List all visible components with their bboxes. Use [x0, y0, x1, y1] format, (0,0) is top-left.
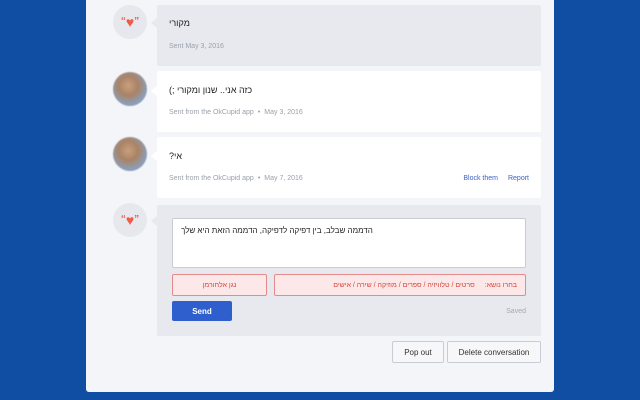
topic-label: בחרו נושא:: [484, 281, 517, 289]
topic-options: סרטים / טלוויזיה / ספרים / מוזיקה / שירה…: [333, 281, 475, 289]
own-avatar-heart: “♥”: [113, 203, 147, 237]
saved-status: Saved: [506, 308, 526, 315]
message-meta: Sent from the OkCupid app • May 7, 2016: [169, 175, 303, 182]
pop-out-button[interactable]: Pop out: [392, 341, 444, 363]
topic-selector[interactable]: בחרו נושא: סרטים / טלוויזיה / ספרים / מו…: [274, 274, 526, 296]
match-avatar[interactable]: [113, 137, 147, 171]
report-link[interactable]: Report: [508, 175, 529, 182]
message-actions: Block them Report: [453, 175, 529, 182]
send-button[interactable]: Send: [172, 301, 232, 321]
message-bubble: כזה אני.. שנון ומקורי ;) Sent from the O…: [157, 71, 541, 132]
match-avatar[interactable]: [113, 72, 147, 106]
message-input[interactable]: הדממה שבלב, בין דפיקה לדפיקה, הדממה הזאת…: [172, 218, 526, 268]
heart-icon: ♥: [125, 212, 135, 228]
message-bubble: אי? Sent from the OkCupid app • May 7, 201…: [157, 137, 541, 198]
delete-conversation-button[interactable]: Delete conversation: [447, 341, 541, 363]
block-link[interactable]: Block them: [463, 175, 498, 182]
topic-tag[interactable]: נגן אלחורמן: [172, 274, 267, 296]
message-text: אי?: [169, 151, 182, 161]
message-text: מקורי: [169, 18, 190, 28]
message-text: כזה אני.. שנון ומקורי ;): [169, 85, 253, 95]
own-avatar-heart: “♥”: [113, 5, 147, 39]
message-bubble: מקורי Sent May 3, 2016: [157, 5, 541, 66]
message-meta: Sent from the OkCupid app • May 3, 2016: [169, 109, 303, 116]
heart-icon: ♥: [125, 14, 135, 30]
message-meta: Sent May 3, 2016: [169, 43, 224, 50]
compose-box: הדממה שבלב, בין דפיקה לדפיקה, הדממה הזאת…: [157, 205, 541, 336]
